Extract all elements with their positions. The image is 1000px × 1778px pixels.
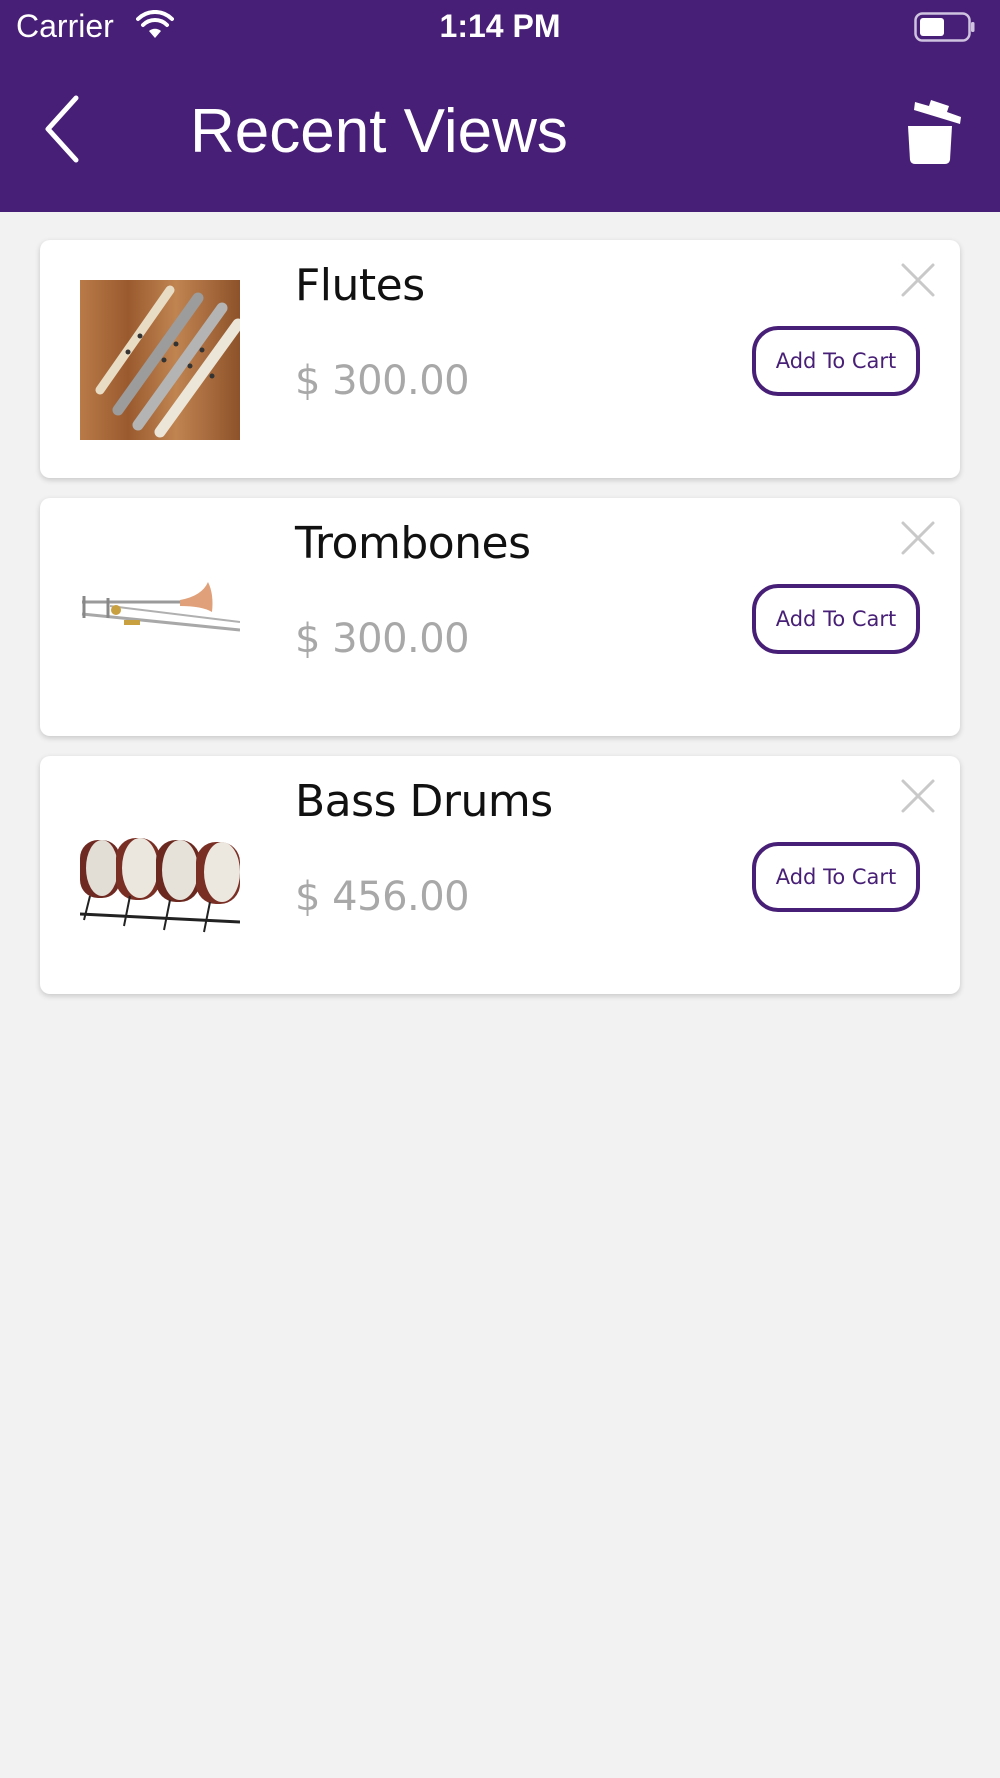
list-item[interactable]: Flutes $ 300.00 Add To Cart: [40, 240, 960, 478]
add-to-cart-button[interactable]: Add To Cart: [752, 326, 920, 396]
product-price: $ 456.00: [295, 874, 470, 920]
close-icon[interactable]: [898, 518, 938, 558]
chevron-left-icon[interactable]: [38, 90, 90, 168]
battery-icon: [914, 12, 975, 42]
trash-icon[interactable]: [900, 90, 962, 166]
list-item[interactable]: Trombones $ 300.00 Add To Cart: [40, 498, 960, 736]
list-item[interactable]: Bass Drums $ 456.00 Add To Cart: [40, 756, 960, 994]
clock: 1:14 PM: [439, 8, 561, 44]
page-title: Recent Views: [190, 97, 568, 166]
close-icon[interactable]: [898, 776, 938, 816]
add-to-cart-button[interactable]: Add To Cart: [752, 584, 920, 654]
product-price: $ 300.00: [295, 616, 470, 662]
add-to-cart-button[interactable]: Add To Cart: [752, 842, 920, 912]
product-name: Trombones: [295, 518, 531, 569]
recent-views-list: Flutes $ 300.00 Add To Cart Trombones $ …: [40, 240, 960, 1014]
app-header: Carrier 1:14 PM Recent Views: [0, 0, 1000, 212]
flutes-photo: [80, 280, 240, 440]
product-price: $ 300.00: [295, 358, 470, 404]
bass-drums-photo: [80, 796, 240, 956]
product-name: Bass Drums: [295, 776, 553, 827]
status-bar: Carrier 1:14 PM: [0, 0, 1000, 58]
product-name: Flutes: [295, 260, 425, 311]
close-icon[interactable]: [898, 260, 938, 300]
trombone-photo: [80, 538, 240, 698]
